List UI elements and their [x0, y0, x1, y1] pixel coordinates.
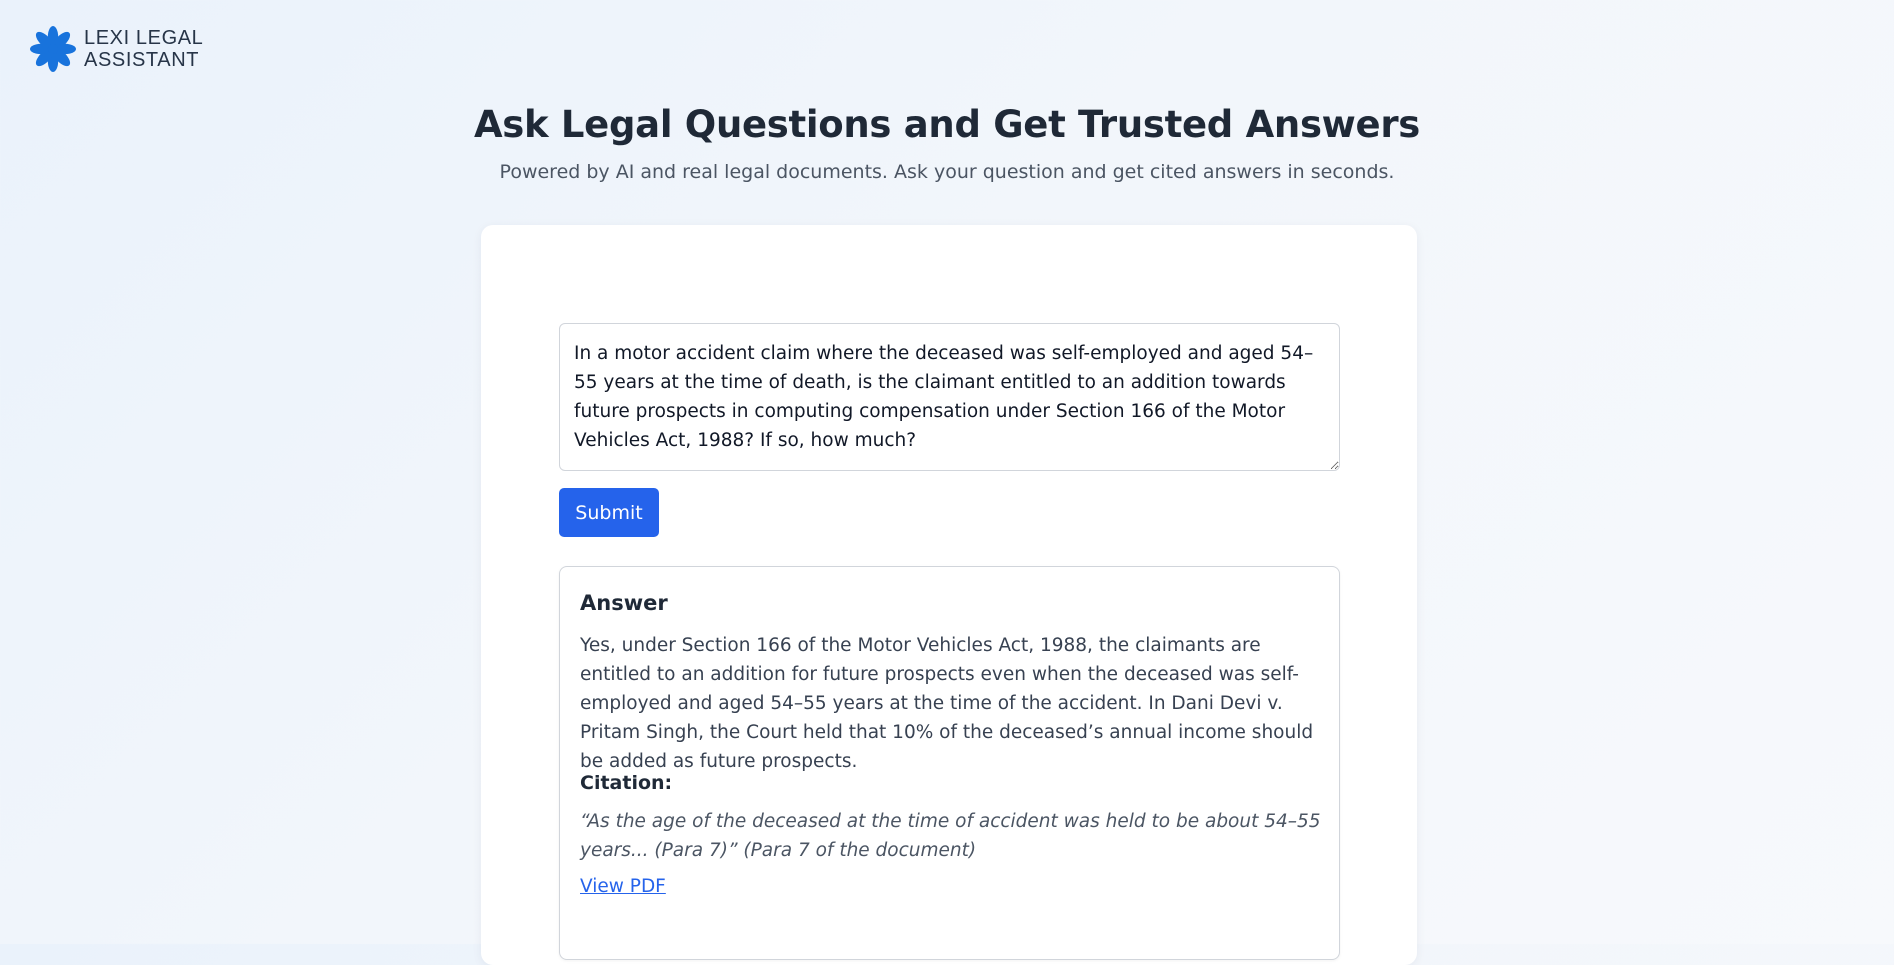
- submit-button[interactable]: Submit: [559, 488, 659, 537]
- answer-heading: Answer: [580, 591, 668, 615]
- logo-text: LEXI LEGAL ASSISTANT: [84, 27, 203, 71]
- answer-panel: Answer Yes, under Section 166 of the Mot…: [559, 566, 1340, 960]
- question-textarea[interactable]: In a motor accident claim where the dece…: [559, 323, 1340, 471]
- view-pdf-link[interactable]: View PDF: [580, 874, 666, 900]
- logo-text-line1: LEXI LEGAL: [84, 27, 204, 49]
- logo-text-line2: ASSISTANT: [84, 49, 200, 71]
- citation-heading: Citation:: [580, 772, 673, 794]
- asterisk-flower-icon: [30, 26, 76, 72]
- citation-text: “As the age of the deceased at the time …: [580, 811, 1321, 861]
- page-subtitle: Powered by AI and real legal documents. …: [499, 161, 1395, 183]
- answer-text: Yes, under Section 166 of the Motor Vehi…: [580, 635, 1314, 772]
- question-card: In a motor accident claim where the dece…: [481, 225, 1417, 965]
- app-logo[interactable]: LEXI LEGAL ASSISTANT: [29, 25, 203, 73]
- page-title: Ask Legal Questions and Get Trusted Answ…: [473, 103, 1421, 146]
